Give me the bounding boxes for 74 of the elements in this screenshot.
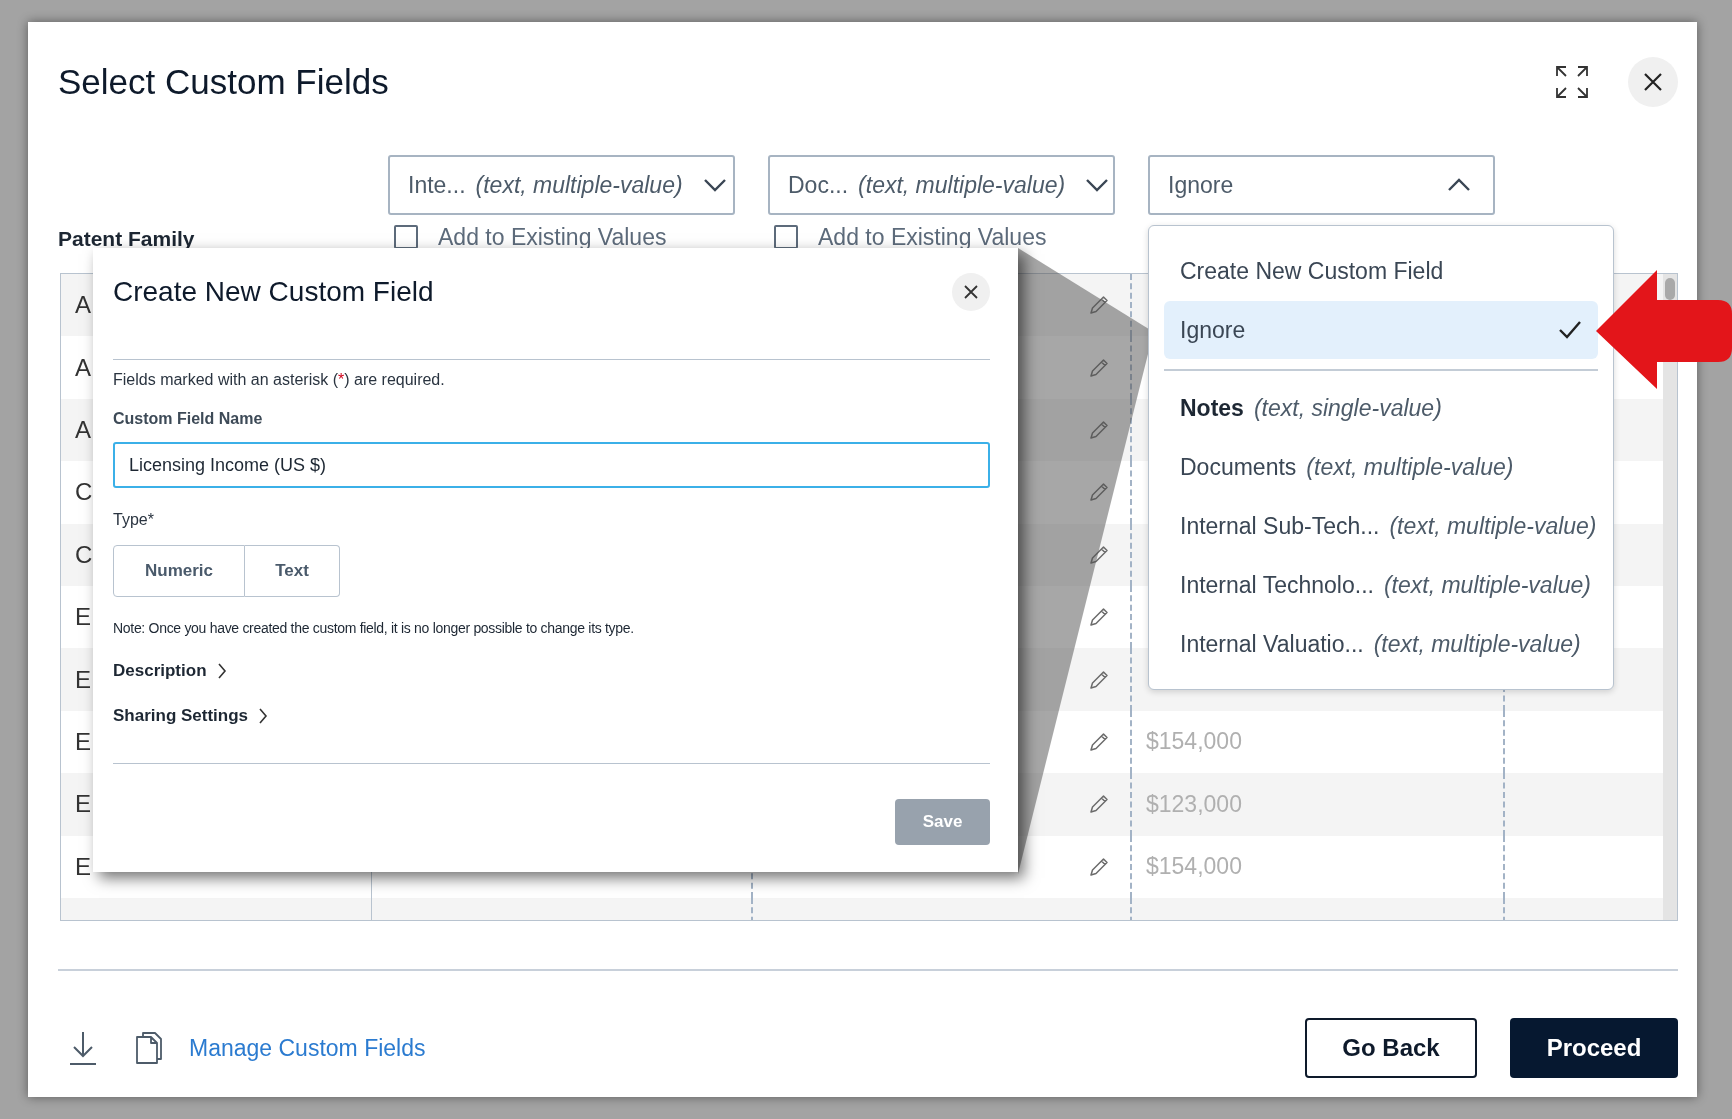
section-toggle[interactable]: Sharing Settings (113, 706, 249, 726)
dialog-title: Create New Custom Field (113, 276, 434, 308)
edit-button[interactable] (1088, 668, 1110, 691)
pencil-icon (1088, 418, 1110, 441)
type-option[interactable]: Text (245, 545, 340, 597)
table-cell: E (75, 727, 91, 756)
edit-button[interactable] (1088, 356, 1110, 379)
table-cell: A (75, 415, 91, 444)
menu-item[interactable]: Internal Sub-Tech... (text, multiple-value) (1164, 497, 1598, 556)
pencil-icon (1088, 481, 1110, 504)
close-icon (1643, 72, 1663, 92)
table-cell: E (75, 852, 91, 881)
table-cell: A (75, 291, 91, 320)
input-field[interactable]: Licensing Income (US $) (113, 442, 990, 488)
edit-button[interactable] (1088, 418, 1110, 441)
dialog-title: Select Custom Fields (58, 61, 389, 103)
dropdown-select[interactable]: Inte... (text, multiple-value) (388, 155, 735, 215)
edit-button[interactable] (1088, 481, 1110, 504)
select-value: Ignore (1168, 171, 1234, 199)
field-label: Type* (113, 510, 155, 530)
column-label: Patent Family (58, 227, 195, 250)
pencil-icon (1088, 356, 1110, 379)
type-hint: (text, multiple-value) (475, 171, 683, 199)
checkbox-label: Add to Existing Values (438, 223, 667, 251)
menu-item[interactable]: Create New Custom Field (1164, 247, 1598, 295)
section-toggle[interactable]: Description (113, 661, 207, 681)
download-icon[interactable] (68, 1030, 98, 1066)
back-button[interactable]: Go Back (1305, 1018, 1477, 1078)
edit-button[interactable] (1088, 294, 1110, 317)
checkbox-label: Add to Existing Values (818, 223, 1047, 251)
select-value: Inte... (408, 171, 466, 199)
required-fields-note: Fields marked with an asterisk (*) are required. (113, 370, 446, 390)
menu-item[interactable]: Internal Technolo... (text, multiple-value) (1164, 556, 1598, 615)
edit-button[interactable] (1088, 606, 1110, 629)
pencil-icon (1088, 294, 1110, 317)
check-icon (1558, 320, 1582, 340)
type-note: Note: Once you have created the custom field, it is no longer possible to change its type. (113, 619, 635, 637)
type-hint: (text, multiple-value) (858, 171, 1066, 199)
pencil-icon (1088, 668, 1110, 691)
close-button[interactable] (952, 273, 990, 311)
table-cell: $154,000 (1146, 728, 1242, 756)
table-cell: $123,000 (1146, 790, 1242, 818)
menu-item[interactable]: Notes (text, single-value) (1164, 379, 1598, 438)
edit-button[interactable] (1088, 730, 1110, 753)
menu-item[interactable]: Documents (text, multiple-value) (1164, 438, 1598, 497)
table-cell: E (75, 603, 91, 632)
table-cell: E (75, 665, 91, 694)
edit-button[interactable] (1088, 543, 1110, 566)
close-button[interactable] (1628, 57, 1678, 107)
close-icon (964, 285, 978, 299)
dropdown-select[interactable]: Doc... (text, multiple-value) (768, 155, 1115, 215)
table-cell: $154,000 (1146, 853, 1242, 881)
edit-button[interactable] (1088, 855, 1110, 878)
pencil-icon (1088, 855, 1110, 878)
copy-icon[interactable] (135, 1031, 163, 1065)
pencil-icon (1088, 730, 1110, 753)
expand-icon[interactable] (1555, 65, 1589, 99)
select-value: Doc... (788, 171, 849, 199)
pencil-icon (1088, 543, 1110, 566)
proceed-button[interactable]: Proceed (1510, 1018, 1678, 1078)
scrollbar[interactable] (1663, 274, 1677, 920)
pencil-icon (1088, 606, 1110, 629)
table-cell: C (75, 478, 93, 507)
menu-item[interactable]: Ignore (1164, 301, 1598, 359)
table-cell: E (75, 790, 91, 819)
field-label: Custom Field Name (113, 409, 264, 429)
dropdown-select[interactable]: Ignore (1148, 155, 1495, 215)
menu-item[interactable]: Internal Valuatio... (text, multiple-value) (1164, 615, 1598, 674)
pencil-icon (1088, 793, 1110, 816)
manage-fields-link[interactable]: Manage Custom Fields (189, 1034, 426, 1062)
table-cell: C (75, 540, 93, 569)
table-cell: A (75, 353, 91, 382)
edit-button[interactable] (1088, 793, 1110, 816)
type-option[interactable]: Numeric (113, 545, 245, 597)
